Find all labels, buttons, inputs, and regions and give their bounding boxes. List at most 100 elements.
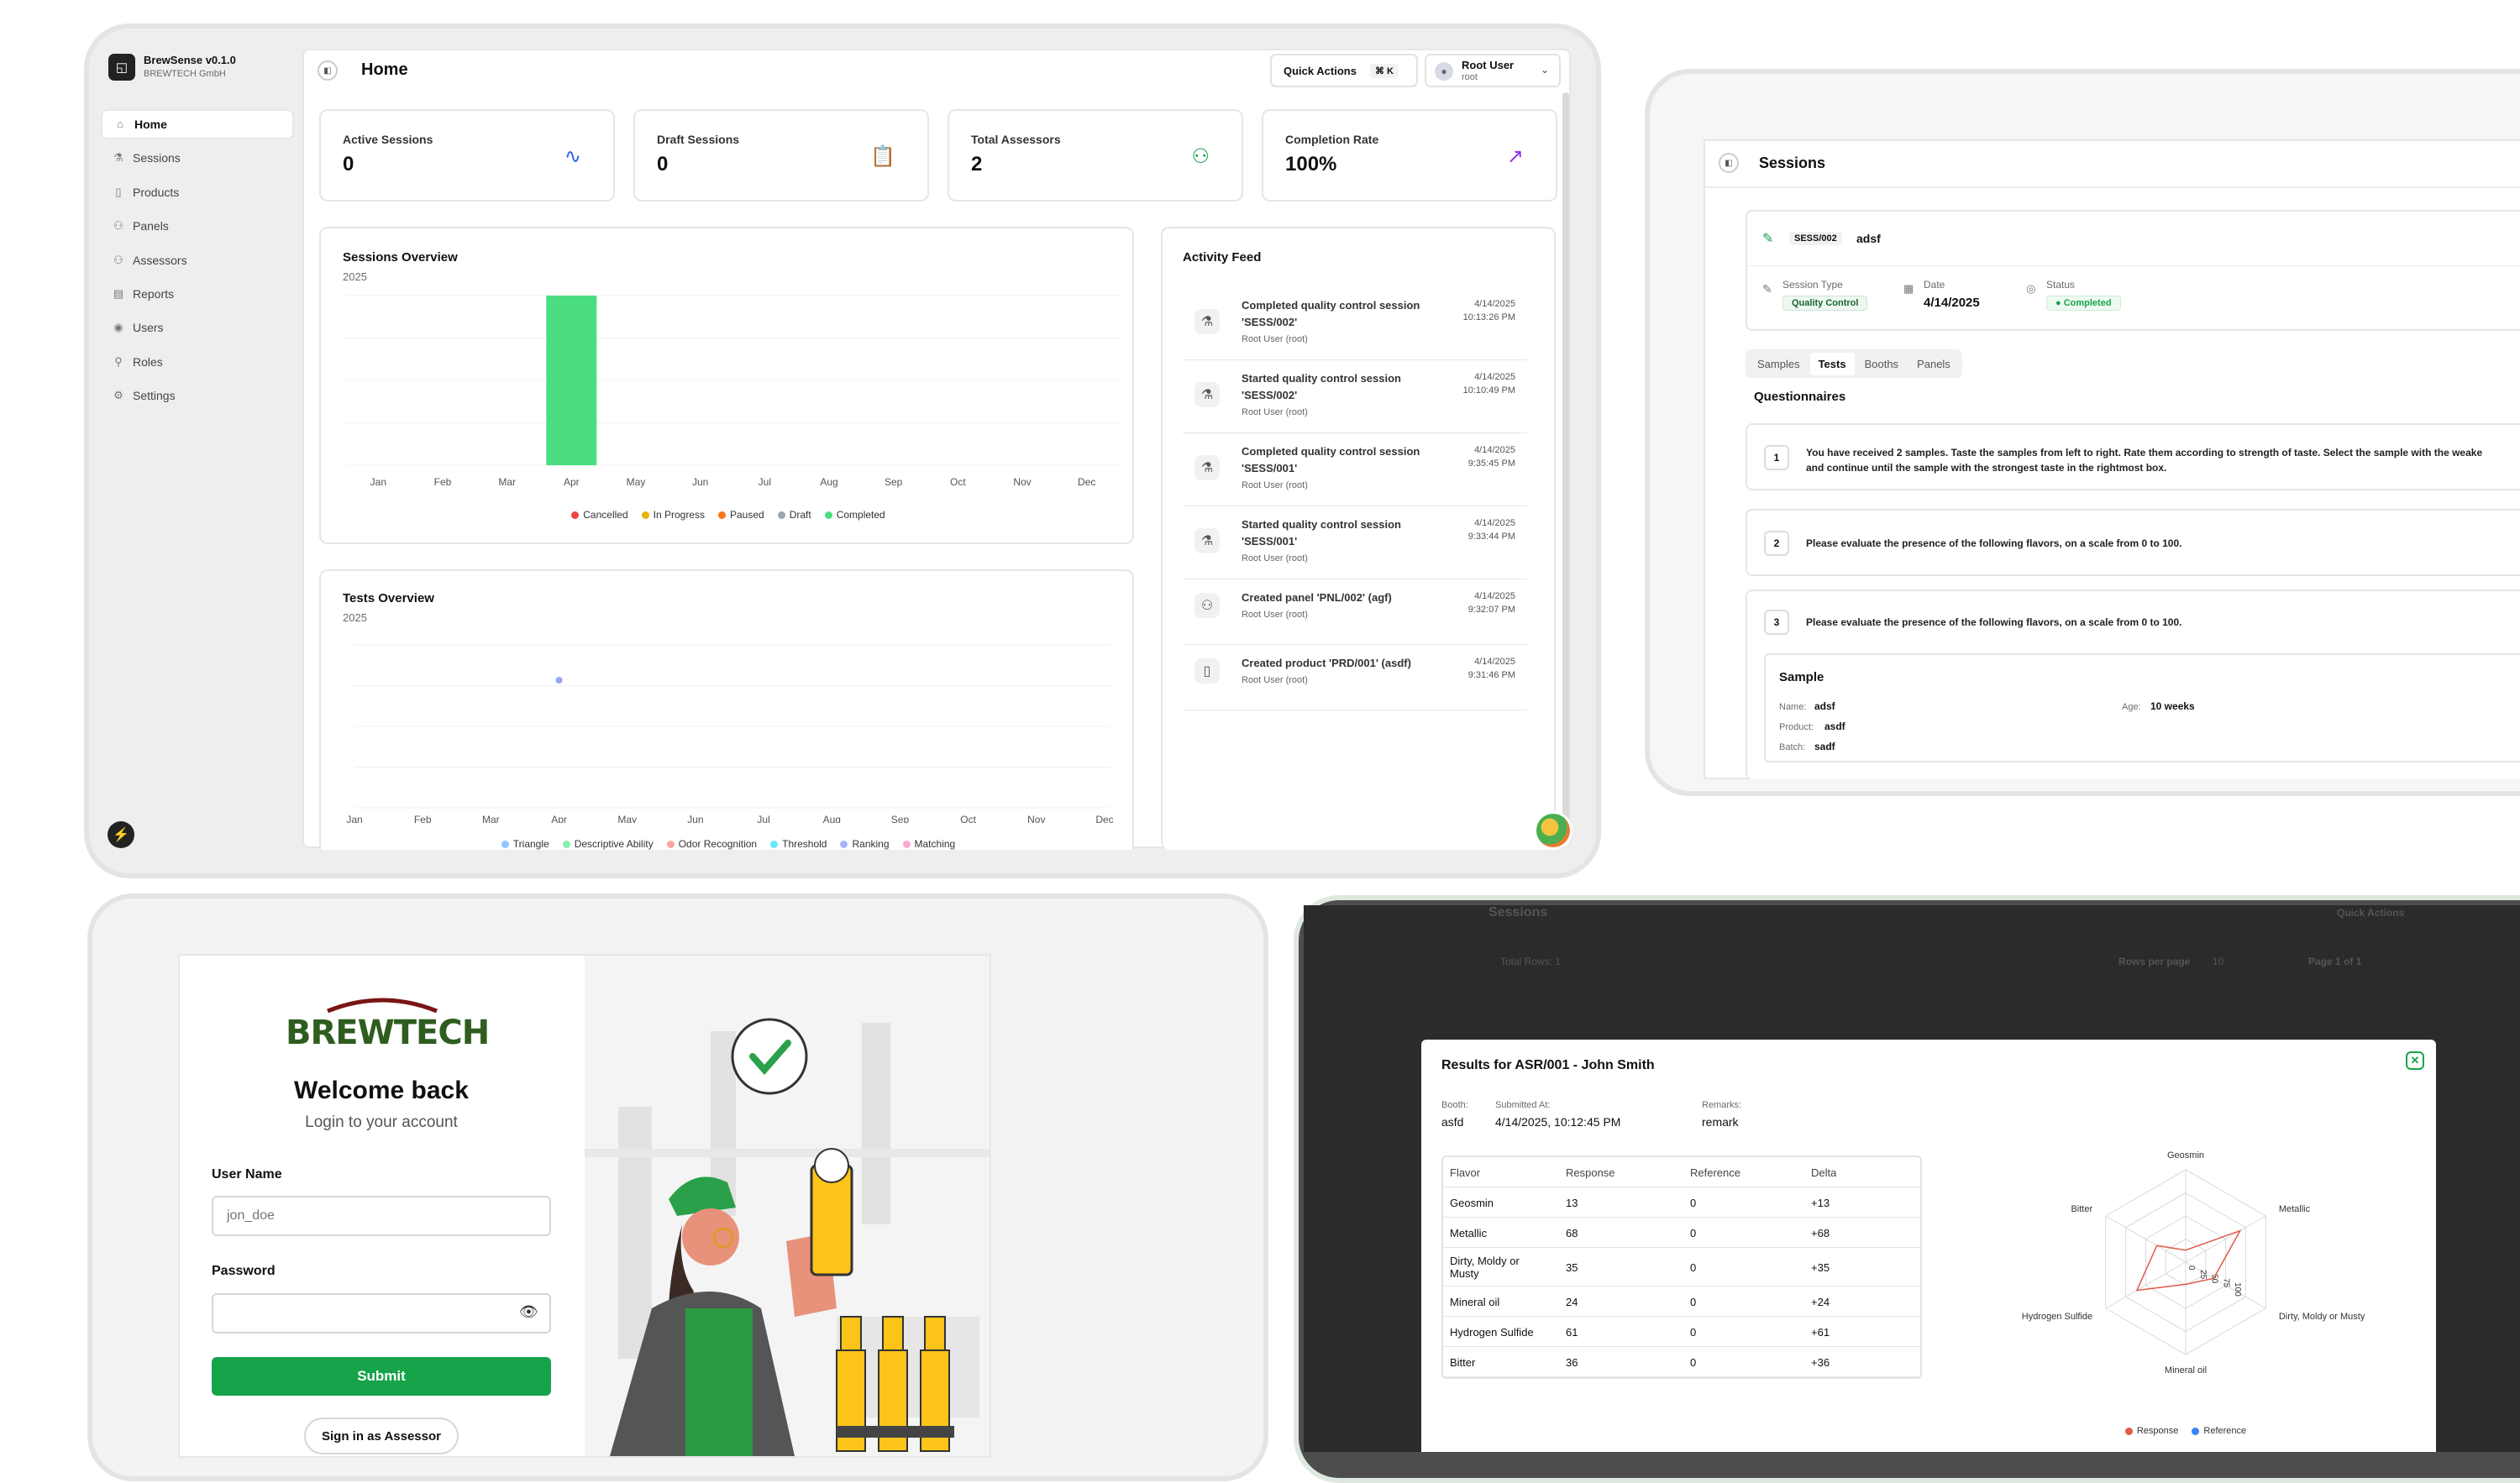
scrollbar[interactable] [1562,92,1569,831]
activity-date-time: 9:32:07 PM [1467,605,1515,615]
activity-date-time: 10:10:49 PM [1462,385,1515,396]
question-text: Please evaluate the presence of the foll… [1806,616,2182,628]
legend-label: Ranking [852,838,890,850]
legend-swatch [902,840,911,848]
x-tick-label: Nov [1027,814,1045,823]
sidebar-item-assessors[interactable]: ⚇ Assessors [101,245,294,275]
sidebar-item-label: Panels [133,219,169,233]
eye-icon[interactable]: 👁 [519,1303,538,1321]
session-date: 4/14/2025 [1924,296,1980,310]
username-input[interactable] [212,1196,551,1236]
activity-date-day: 4/14/2025 [1474,299,1515,309]
sample-name: adsf [1814,700,1835,712]
sample-age-label: Age: [2122,702,2141,712]
bg-rows-value: 10 [2213,956,2224,967]
tab-booths[interactable]: Booths [1856,353,1907,375]
sidebar-item-roles[interactable]: ⚲ Roles [101,347,294,377]
legend-item: Reference [2192,1426,2246,1436]
legend-label: In Progress [653,509,705,521]
flask-icon: ⚗ [1194,528,1220,553]
bg-rows-per-page: Rows per page [2118,956,2191,967]
sidebar-item-products[interactable]: ▯ Products [101,177,294,207]
activity-date-time: 10:13:26 PM [1462,312,1515,322]
x-tick-label: Apr [551,814,567,823]
sessions-icon: ⚗ [113,151,123,165]
sessions-page-title: Sessions [1759,155,1826,171]
table-cell: Hydrogen Sulfide [1450,1325,1534,1339]
x-tick-label: Jul [757,814,769,823]
stat-title: Completion Rate [1285,133,1379,146]
bg-quick-actions: Quick Actions [2337,907,2405,919]
sample-name-label: Name: [1779,702,1807,712]
activity-user: Root User (root) [1242,553,1308,563]
sidebar-item-label: Users [133,321,164,335]
tests-overview-year: 2025 [343,611,367,624]
activity-feed-title: Activity Feed [1183,250,1262,265]
quick-actions-button[interactable]: Quick Actions ⌘ K [1270,54,1418,87]
column-header: Delta [1811,1166,1837,1179]
assistant-avatar-icon[interactable] [1534,811,1572,850]
sidebar-item-settings[interactable]: ⚙ Settings [101,380,294,411]
legend-swatch [824,511,832,519]
radar-tick-label: 25 [2198,1270,2208,1280]
user-menu-button[interactable]: ● Root User root ⌄ [1425,54,1561,87]
legend-swatch [501,840,509,848]
legend-item: Odor Recognition [666,838,758,850]
table-cell: Mineral oil [1450,1295,1500,1308]
detail-tabs: Samples Tests Booths Panels [1746,349,1962,378]
legend-swatch [777,511,785,519]
legend-swatch [2124,1427,2133,1435]
assessor-sign-in-button[interactable]: Sign in as Assessor [304,1417,459,1454]
sidebar-item-home[interactable]: ⌂ Home [101,109,294,139]
table-row: Dirty, Moldy or Musty 35 0 +35 [1443,1248,1920,1286]
session-code-badge: SESS/002 [1789,232,1842,245]
tab-panels[interactable]: Panels [1908,353,1959,375]
table-cell: +35 [1811,1260,1830,1274]
session-icon: ✎ [1762,232,1774,246]
submit-button[interactable]: Submit [212,1357,551,1396]
radar-axis-label: Geosmin [2167,1150,2204,1161]
password-input[interactable] [212,1293,551,1334]
avatar-icon: ● [1435,62,1453,81]
legend-item: In Progress [641,509,705,521]
question-text: Please evaluate the presence of the foll… [1806,537,2182,549]
products-icon: ▯ [115,185,122,198]
sidebar-toggle-icon[interactable]: ◧ [1719,153,1739,173]
table-row: Metallic 68 0 +68 [1443,1218,1920,1248]
legend-item: Descriptive Ability [562,838,654,850]
sidebar-item-reports[interactable]: ▤ Reports [101,279,294,309]
activity-title: Created product 'PRD/001' (asdf) Root Use… [1242,655,1452,689]
legend-swatch [571,511,580,519]
booth-value: asfd [1441,1115,1464,1129]
x-tick-label: Nov [1013,476,1031,488]
table-cell: 0 [1690,1226,1697,1239]
radar-chart: Geosmin Metallic Dirty, Moldy or Musty Mine… [2022,1150,2365,1376]
question-text-line2: and continue until the sample with the s… [1806,462,2167,474]
flask-icon: ⚗ [1194,309,1220,334]
booth-label: Booth: [1441,1100,1468,1110]
tests-legend: Triangle Descriptive Ability Odor Recognit… [321,838,1136,850]
sidebar-toggle-icon[interactable]: ◧ [318,60,338,81]
legend-label: Odor Recognition [678,838,758,850]
sidebar-item-label: Assessors [133,253,187,267]
tab-samples[interactable]: Samples [1749,353,1809,375]
legend-label: Response [2136,1426,2179,1436]
table-header: Flavor Response Reference Delta [1443,1157,1920,1187]
legend-item: Matching [902,838,955,850]
tab-tests[interactable]: Tests [1809,352,1855,375]
close-icon[interactable]: ✕ [2406,1051,2424,1070]
list-item: ⚗ Started quality control session 'SESS/0… [1183,360,1527,433]
activity-title-text: Completed quality control session 'SESS/… [1242,299,1420,328]
theme-toggle-icon[interactable]: ⚡ [108,821,134,848]
sidebar-item-sessions[interactable]: ⚗ Sessions [101,143,294,173]
x-tick-label: Mar [498,476,516,488]
activity-user: Root User (root) [1242,407,1308,417]
x-tick-label: Mar [482,814,500,823]
activity-title-text: Created panel 'PNL/002' (agf) [1242,591,1392,604]
sidebar-item-users[interactable]: ◉ Users [101,312,294,343]
x-tick-label: Jun [687,814,703,823]
sidebar-item-panels[interactable]: ⚇ Panels [101,211,294,241]
activity-title: Started quality control session 'SESS/00… [1242,516,1452,567]
radar-axis-label: Mineral oil [2165,1365,2207,1376]
sessions-legend: Cancelled In Progress Paused Draft Completed [321,509,1136,521]
